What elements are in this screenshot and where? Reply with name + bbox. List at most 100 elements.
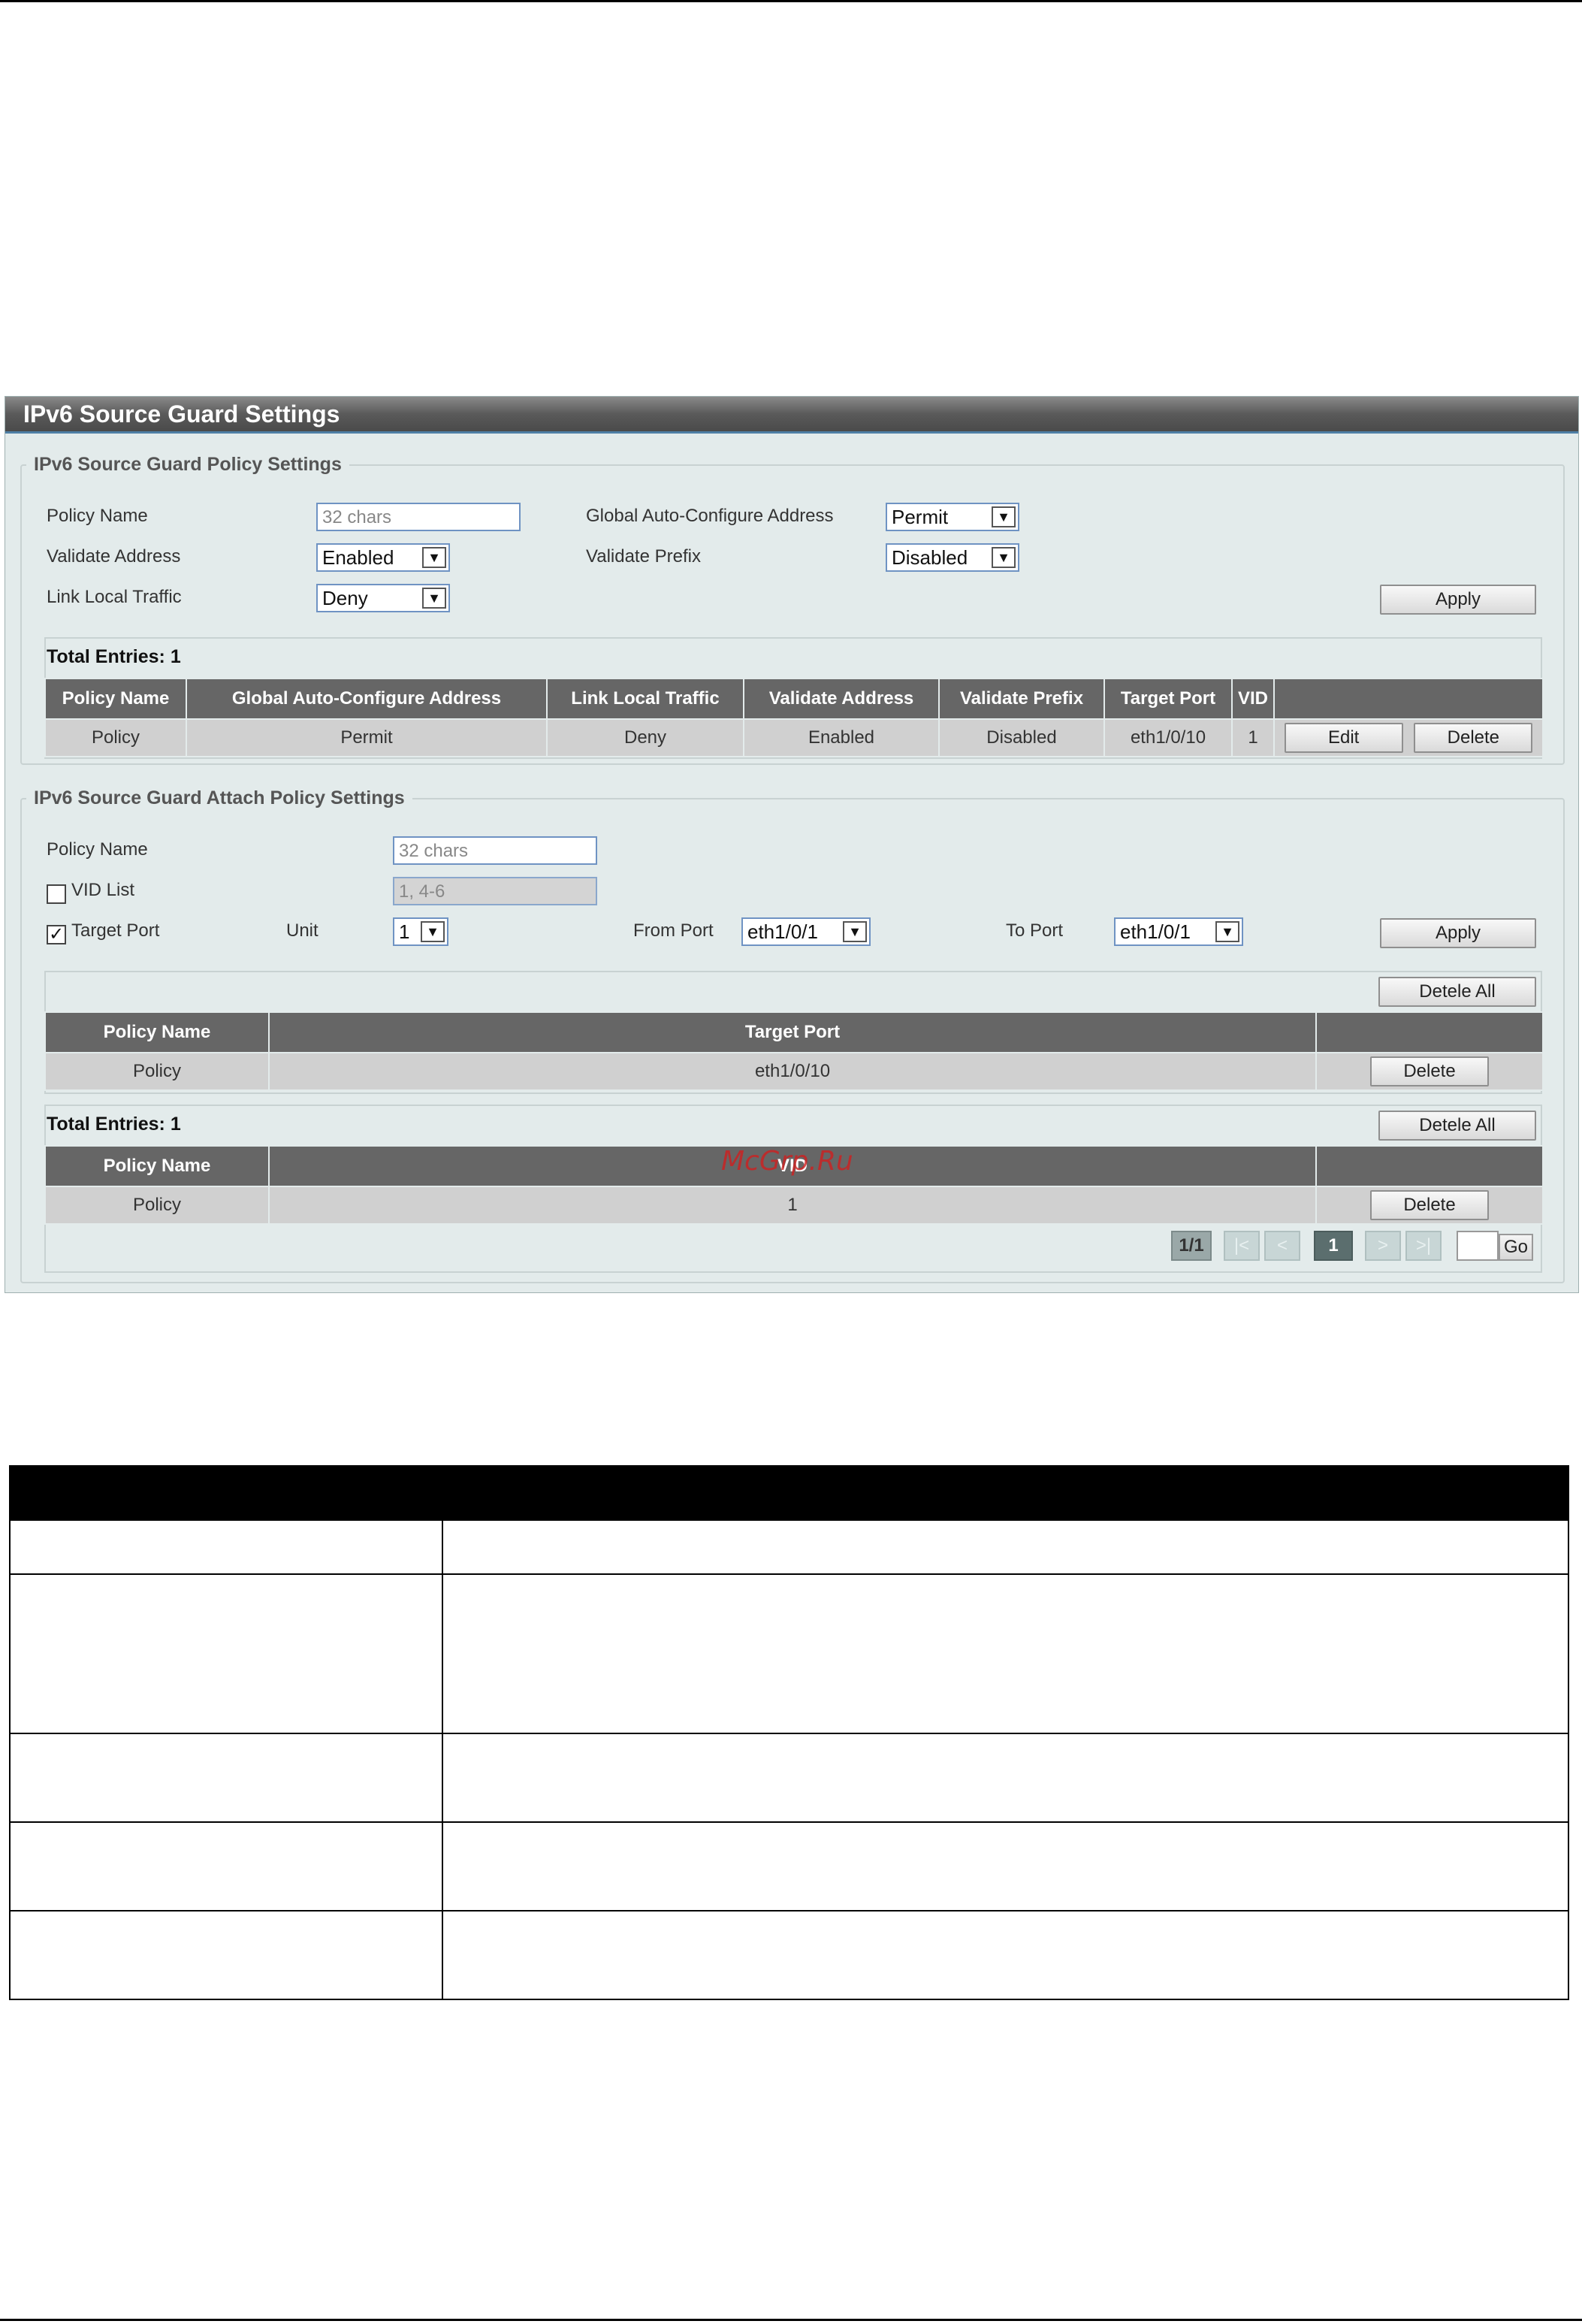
cell-actions: Delete bbox=[1315, 1052, 1544, 1091]
cell-validate-address: Enabled bbox=[743, 718, 940, 757]
port-table-header-row: Policy Name Target Port bbox=[44, 1011, 1544, 1053]
col-global-auto-configure: Global Auto-Configure Address bbox=[186, 678, 548, 720]
col-validate-prefix: Validate Prefix bbox=[938, 678, 1105, 720]
prev-page-button[interactable]: < bbox=[1264, 1231, 1300, 1261]
validate-prefix-label: Validate Prefix bbox=[586, 546, 701, 567]
cell-policy-name: Policy bbox=[44, 1052, 270, 1091]
to-port-value: eth1/0/1 bbox=[1120, 920, 1191, 943]
validate-address-label: Validate Address bbox=[47, 546, 181, 567]
cell-link-local-traffic: Deny bbox=[546, 718, 744, 757]
description-header-row bbox=[9, 1465, 1569, 1521]
cell-target-port: eth1/0/10 bbox=[268, 1052, 1317, 1091]
table-row bbox=[9, 1910, 1569, 2000]
from-port-value: eth1/0/1 bbox=[747, 920, 818, 943]
col-actions bbox=[1315, 1011, 1544, 1053]
chevron-down-icon: ▼ bbox=[843, 921, 867, 942]
panel-title: IPv6 Source Guard Settings bbox=[5, 397, 1578, 434]
attach-policy-settings-legend: IPv6 Source Guard Attach Policy Settings bbox=[34, 787, 405, 808]
cell-vid: 1 bbox=[1231, 718, 1275, 757]
policy-table: Policy Name Global Auto-Configure Addres… bbox=[44, 678, 1544, 757]
col-target-port: Target Port bbox=[268, 1011, 1317, 1053]
vid-list-input[interactable]: 1, 4-6 bbox=[393, 877, 597, 905]
attach-policy-name-input[interactable]: 32 chars bbox=[393, 836, 597, 865]
validate-address-select[interactable]: Enabled ▼ bbox=[316, 543, 450, 572]
vid-list-checkbox[interactable] bbox=[47, 884, 66, 904]
port-table: Policy Name Target Port Policy eth1/0/10… bbox=[44, 1011, 1544, 1091]
cell-vid: 1 bbox=[268, 1186, 1317, 1225]
chevron-down-icon: ▼ bbox=[992, 547, 1016, 568]
to-port-label: To Port bbox=[1006, 920, 1064, 941]
validate-prefix-value: Disabled bbox=[892, 546, 968, 569]
page-number-input[interactable] bbox=[1457, 1231, 1499, 1261]
cell-actions: Edit Delete bbox=[1273, 718, 1544, 757]
from-port-label: From Port bbox=[633, 920, 714, 941]
validate-address-value: Enabled bbox=[322, 546, 394, 569]
cell-policy-name: Policy bbox=[44, 718, 187, 757]
policy-name-input[interactable]: 32 chars bbox=[316, 503, 521, 531]
global-auto-configure-select[interactable]: Permit ▼ bbox=[886, 503, 1019, 531]
current-page-button[interactable]: 1 bbox=[1314, 1231, 1353, 1261]
link-local-traffic-value: Deny bbox=[322, 587, 368, 609]
table-row bbox=[9, 1733, 1569, 1823]
col-actions bbox=[1273, 678, 1544, 720]
chevron-down-icon: ▼ bbox=[421, 921, 445, 942]
global-auto-configure-label: Global Auto-Configure Address bbox=[586, 506, 834, 526]
col-policy-name: Policy Name bbox=[44, 678, 187, 720]
delete-all-button[interactable]: Detele All bbox=[1378, 977, 1536, 1007]
delete-all-button[interactable]: Detele All bbox=[1378, 1111, 1536, 1141]
unit-value: 1 bbox=[399, 920, 410, 943]
col-vid: VID bbox=[1231, 678, 1275, 720]
global-auto-configure-value: Permit bbox=[892, 506, 949, 528]
col-target-port: Target Port bbox=[1103, 678, 1233, 720]
link-local-traffic-label: Link Local Traffic bbox=[47, 587, 182, 607]
edit-button[interactable]: Edit bbox=[1284, 723, 1403, 753]
cell-target-port: eth1/0/10 bbox=[1103, 718, 1233, 757]
policy-name-label: Policy Name bbox=[47, 506, 148, 526]
top-rule bbox=[0, 0, 1582, 2]
table-row bbox=[9, 1573, 1569, 1734]
delete-button[interactable]: Delete bbox=[1370, 1190, 1489, 1220]
col-actions bbox=[1315, 1145, 1544, 1187]
table-row: Policy 1 Delete bbox=[44, 1186, 1544, 1225]
col-link-local-traffic: Link Local Traffic bbox=[546, 678, 744, 720]
policy-apply-button[interactable]: Apply bbox=[1380, 585, 1536, 615]
chevron-down-icon: ▼ bbox=[992, 506, 1016, 527]
cell-global-auto-configure: Permit bbox=[186, 718, 548, 757]
delete-button[interactable]: Delete bbox=[1370, 1056, 1489, 1086]
to-port-select[interactable]: eth1/0/1 ▼ bbox=[1114, 917, 1243, 946]
table-row bbox=[9, 1519, 1569, 1575]
col-policy-name: Policy Name bbox=[44, 1145, 270, 1187]
attach-policy-name-label: Policy Name bbox=[47, 839, 148, 860]
watermark: McGrp.Ru bbox=[721, 1146, 853, 1177]
vid-list-label: VID List bbox=[71, 880, 135, 900]
policy-total-entries: Total Entries: 1 bbox=[47, 646, 181, 667]
unit-select[interactable]: 1 ▼ bbox=[393, 917, 448, 946]
cell-validate-prefix: Disabled bbox=[938, 718, 1105, 757]
chevron-down-icon: ▼ bbox=[422, 547, 446, 568]
col-validate-address: Validate Address bbox=[743, 678, 940, 720]
first-page-button[interactable]: |< bbox=[1224, 1231, 1260, 1261]
policy-table-header-row: Policy Name Global Auto-Configure Addres… bbox=[44, 678, 1544, 720]
check-icon: ✓ bbox=[48, 924, 65, 944]
target-port-checkbox[interactable]: ✓ bbox=[47, 925, 66, 944]
vid-total-entries: Total Entries: 1 bbox=[47, 1114, 181, 1135]
cell-actions: Delete bbox=[1315, 1186, 1544, 1225]
target-port-label: Target Port bbox=[71, 920, 160, 941]
chevron-down-icon: ▼ bbox=[422, 588, 446, 609]
description-table bbox=[9, 1465, 1569, 2000]
table-row bbox=[9, 1821, 1569, 1911]
next-page-button[interactable]: > bbox=[1365, 1231, 1401, 1261]
delete-button[interactable]: Delete bbox=[1414, 723, 1533, 753]
bottom-rule bbox=[0, 2319, 1582, 2321]
validate-prefix-select[interactable]: Disabled ▼ bbox=[886, 543, 1019, 572]
last-page-button[interactable]: >| bbox=[1405, 1231, 1442, 1261]
go-button[interactable]: Go bbox=[1499, 1234, 1533, 1261]
from-port-select[interactable]: eth1/0/1 ▼ bbox=[741, 917, 871, 946]
table-row: Policy eth1/0/10 Delete bbox=[44, 1052, 1544, 1091]
unit-label: Unit bbox=[286, 920, 319, 941]
cell-policy-name: Policy bbox=[44, 1186, 270, 1225]
link-local-traffic-select[interactable]: Deny ▼ bbox=[316, 584, 450, 612]
attach-apply-button[interactable]: Apply bbox=[1380, 918, 1536, 948]
col-policy-name: Policy Name bbox=[44, 1011, 270, 1053]
chevron-down-icon: ▼ bbox=[1215, 921, 1239, 942]
